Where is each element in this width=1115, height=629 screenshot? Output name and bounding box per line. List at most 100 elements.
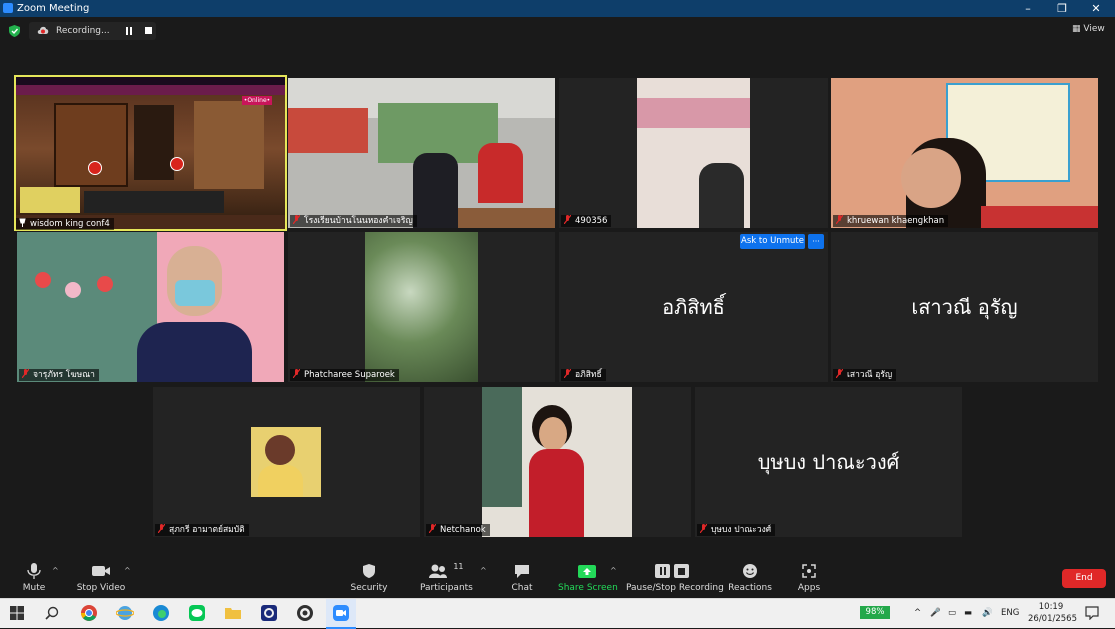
mute-button[interactable]: Mute xyxy=(18,562,50,596)
participant-name-tag: อภิสิทธิ์ xyxy=(561,369,606,381)
more-options-button[interactable]: ··· xyxy=(808,234,824,249)
line-icon[interactable] xyxy=(188,604,206,622)
zoom-app-icon xyxy=(3,3,13,13)
video-tile[interactable]: โรงเรียนบ้านโนนหองคำเจริญ xyxy=(288,78,555,228)
chrome-icon[interactable] xyxy=(80,604,98,622)
show-hidden-icons-icon[interactable]: ^ xyxy=(914,599,921,628)
video-options-caret-icon[interactable]: ^ xyxy=(124,566,131,575)
mute-label: Mute xyxy=(22,583,46,593)
info-hotspot-icon[interactable] xyxy=(88,161,102,175)
share-options-caret-icon[interactable]: ^ xyxy=(610,566,617,575)
maximize-button[interactable]: ❐ xyxy=(1046,0,1078,17)
browser-tabs-strip xyxy=(16,77,285,85)
view-button[interactable]: ▦ View xyxy=(1072,24,1105,34)
video-tile[interactable]: บุษบง ปาณะวงศ์ บุษบง ปาณะวงศ์ xyxy=(695,387,962,537)
volume-icon[interactable]: 🔊 xyxy=(982,599,993,628)
participant-name: wisdom king conf4 xyxy=(30,219,110,229)
video-tile[interactable]: khruewan khaengkhan xyxy=(831,78,1098,228)
smiley-icon xyxy=(743,564,757,578)
security-button[interactable]: Security xyxy=(350,562,388,596)
chat-button[interactable]: Chat xyxy=(508,562,536,596)
person-shirt-shape xyxy=(981,206,1098,228)
clock[interactable]: 10:19 26/01/2565 xyxy=(1028,602,1077,626)
shield-icon xyxy=(363,564,375,578)
meeting-topbar: Recording... ▦ View xyxy=(0,17,1115,45)
windows-start-icon[interactable] xyxy=(10,606,24,620)
video-tile[interactable]: Phatcharee Suparoek xyxy=(288,232,555,382)
share-screen-button[interactable]: Share Screen xyxy=(558,562,618,596)
participants-button[interactable]: 11 Participants xyxy=(420,562,473,596)
participants-count: 11 xyxy=(453,562,464,571)
search-icon[interactable] xyxy=(45,606,59,620)
microphone-tray-icon[interactable]: 🎤 xyxy=(930,599,941,628)
video-tile[interactable]: สุภกรี อามาตย์สมบัติ xyxy=(153,387,420,537)
reactions-button[interactable]: Reactions xyxy=(728,562,772,596)
profile-person-shape xyxy=(265,435,295,465)
face-mask-shape xyxy=(175,280,215,306)
person-shape xyxy=(699,163,744,228)
online-badge: •Online• xyxy=(242,96,272,105)
video-tile[interactable]: 490356 xyxy=(559,78,828,228)
battery-percent-badge[interactable]: 98% xyxy=(860,606,890,619)
mic-muted-icon xyxy=(429,524,436,533)
apps-button[interactable]: Apps xyxy=(794,562,824,596)
video-tile[interactable]: อภิสิทธิ์ Ask to Unmute ··· อภิสิทธิ์ xyxy=(559,232,828,382)
participant-name-tag: Netchanok xyxy=(426,524,490,536)
video-tile-active-speaker[interactable]: •Online• wisdom king conf4 xyxy=(14,75,287,231)
tree-video-feed xyxy=(365,232,478,382)
video-tile[interactable]: เสาวณี อุรัญ เสาวณี อุรัญ xyxy=(831,232,1098,382)
participant-name: khruewan khaengkhan xyxy=(847,216,945,226)
tour-controls[interactable] xyxy=(84,191,224,213)
person-shape xyxy=(413,153,458,228)
stop-video-button[interactable]: Stop Video xyxy=(76,562,126,596)
zoom-taskbar-item[interactable] xyxy=(326,599,356,629)
audio-options-caret-icon[interactable]: ^ xyxy=(52,566,59,575)
stop-recording-icon[interactable] xyxy=(145,27,152,34)
ask-to-unmute-button[interactable]: Ask to Unmute xyxy=(740,234,805,249)
video-tile[interactable]: จารุภัทร โฆษณา xyxy=(17,232,284,382)
participant-name: โรงเรียนบ้านโนนหองคำเจริญ xyxy=(304,216,413,226)
participant-name-tag: บุษบง ปาณะวงศ์ xyxy=(697,524,776,536)
file-explorer-icon[interactable] xyxy=(224,604,242,622)
participant-name: บุษบง ปาณะวงศ์ xyxy=(711,525,772,535)
participant-name-tag: 490356 xyxy=(561,215,612,227)
pause-stop-recording-label: Pause/Stop Recording xyxy=(626,583,724,593)
info-hotspot-icon[interactable] xyxy=(170,157,184,171)
doorway-shape xyxy=(134,105,174,180)
pause-recording-icon[interactable] xyxy=(125,27,133,35)
pause-stop-recording-button[interactable]: Pause/Stop Recording xyxy=(626,562,724,596)
network-icon[interactable]: ▭ xyxy=(948,599,956,628)
webex-icon[interactable] xyxy=(260,604,278,622)
video-tile[interactable]: Netchanok xyxy=(424,387,691,537)
stop-video-label: Stop Video xyxy=(76,583,126,593)
participant-display-name: บุษบง ปาณะวงศ์ xyxy=(757,450,900,474)
participant-name: เสาวณี อุรัญ xyxy=(847,370,893,380)
clock-time: 10:19 xyxy=(1038,602,1064,612)
internet-explorer-icon[interactable] xyxy=(116,604,134,622)
cabinet-shape xyxy=(54,103,128,187)
edge-icon[interactable] xyxy=(152,604,170,622)
participant-name-tag: เสาวณี อุรัญ xyxy=(833,369,897,381)
mic-muted-icon xyxy=(700,524,707,533)
reactions-label: Reactions xyxy=(728,583,772,593)
apps-icon xyxy=(802,564,816,578)
end-meeting-button[interactable]: End xyxy=(1062,569,1106,588)
mic-muted-icon xyxy=(564,369,571,378)
microphone-icon xyxy=(27,563,41,579)
wall-mural xyxy=(288,108,368,153)
participant-name: Netchanok xyxy=(440,525,486,535)
participants-options-caret-icon[interactable]: ^ xyxy=(480,566,487,575)
participants-label: Participants xyxy=(420,583,473,593)
table-shape xyxy=(458,208,555,228)
profile-person-shape xyxy=(258,465,303,497)
obs-icon[interactable] xyxy=(296,604,314,622)
battery-icon[interactable]: ▬ xyxy=(964,599,972,628)
notifications-icon[interactable] xyxy=(1085,606,1099,620)
share-screen-icon xyxy=(578,565,596,578)
security-shield-icon[interactable] xyxy=(9,25,20,37)
mic-muted-icon xyxy=(293,215,300,224)
minimize-button[interactable]: – xyxy=(1012,0,1044,17)
close-button[interactable]: ✕ xyxy=(1080,0,1112,17)
chat-label: Chat xyxy=(511,583,533,593)
input-language[interactable]: ENG xyxy=(1001,599,1019,628)
